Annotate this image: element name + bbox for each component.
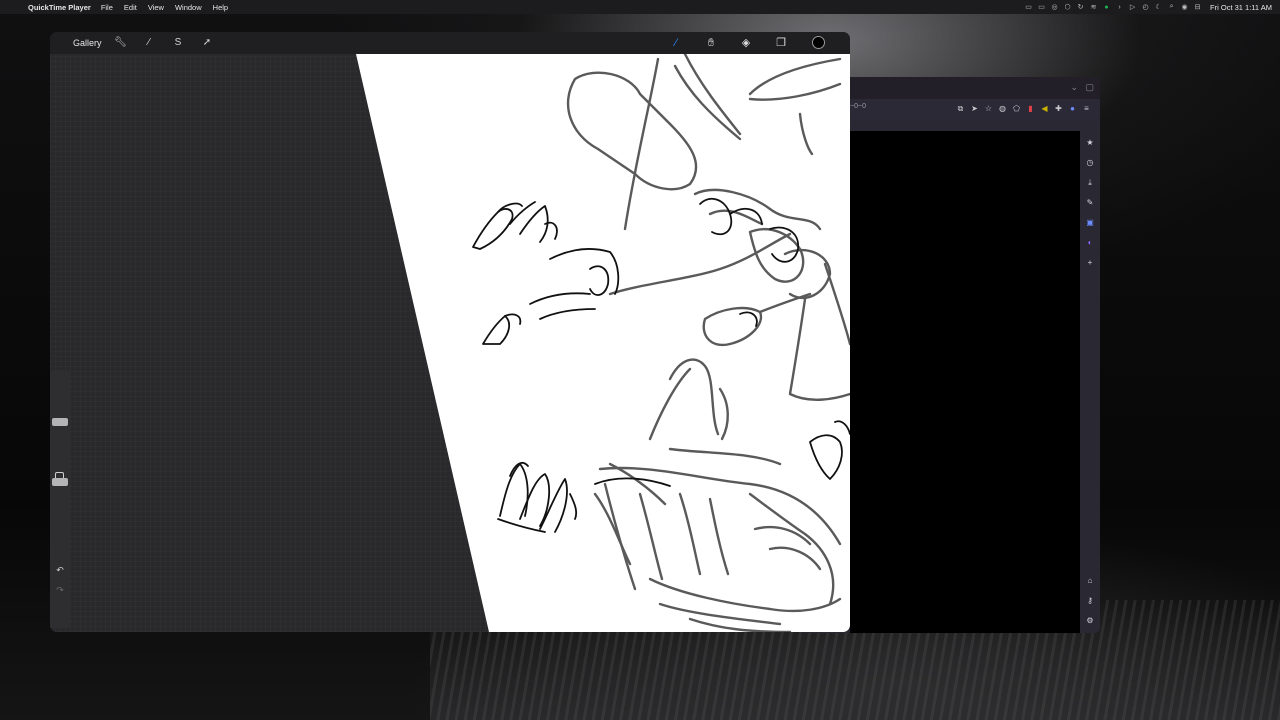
transform-arrow-icon[interactable]: ➚ <box>201 37 213 49</box>
settings-gear-icon[interactable]: ⚙ <box>1084 615 1096 627</box>
account-icon[interactable]: ◍ <box>997 103 1008 114</box>
extension-red-icon[interactable]: ▮ <box>1025 103 1036 114</box>
color-picker[interactable] <box>812 36 825 49</box>
menu-edit[interactable]: Edit <box>124 3 137 12</box>
chevron-down-icon[interactable]: ⌄ <box>1070 82 1078 93</box>
browser-tools: ⧉ ➤ ☆ ◍ ⬠ ▮ ◀ ✚ ● ≡ <box>952 103 1092 114</box>
puzzle-icon[interactable]: ✚ <box>1053 103 1064 114</box>
control-center-icon[interactable]: ⊟ <box>1193 3 1202 12</box>
menu-clock[interactable]: Fri Oct 31 1:11 AM <box>1210 3 1272 12</box>
app-icon[interactable]: ◐ <box>1084 237 1096 249</box>
menu-file[interactable]: File <box>101 3 113 12</box>
screen-record-icon[interactable]: ▭ <box>1024 3 1033 12</box>
adjustments-wand-icon[interactable]: ⁄ <box>143 37 155 49</box>
pen-icon[interactable]: ✎ <box>1084 197 1096 209</box>
extension-yellow-icon[interactable]: ◀ <box>1039 103 1050 114</box>
clock-icon[interactable]: ◴ <box>1141 3 1150 12</box>
browser-content[interactable] <box>850 131 1080 633</box>
procreate-toolbar: Gallery 🔧︎ ⁄ S ➚ ⁄ ✋︎ ◈ ❐ <box>50 32 850 54</box>
menu-window[interactable]: Window <box>175 3 202 12</box>
add-icon[interactable]: + <box>1084 257 1096 269</box>
screenshot-icon[interactable]: ⧉ <box>955 103 966 114</box>
star-icon[interactable]: ☆ <box>983 103 994 114</box>
status-area: ▭ ▭ ◎ ⬡ ↻ ≋ ● › ▷ ◴ ☾ ⌕ ◉ ⊟ Fri Oct 31 1… <box>1020 0 1272 14</box>
eraser-icon[interactable]: ◈ <box>739 36 753 50</box>
moon-icon[interactable]: ☾ <box>1154 3 1163 12</box>
drawing-workspace[interactable]: ↶ ↷ <box>50 54 850 632</box>
undo-icon[interactable]: ↶ <box>53 564 67 576</box>
layers-icon[interactable]: ❐ <box>774 36 788 50</box>
procreate-window[interactable]: Gallery 🔧︎ ⁄ S ➚ ⁄ ✋︎ ◈ ❐ ↶ ↷ <box>50 32 850 632</box>
brush-opacity-slider[interactable] <box>52 478 68 486</box>
display-icon[interactable]: ▭ <box>1037 3 1046 12</box>
audio-icon[interactable]: ≋ <box>1089 3 1098 12</box>
play-icon[interactable]: ▷ <box>1128 3 1137 12</box>
window-box-icon[interactable]: ▢ <box>1085 82 1094 93</box>
browser-sidebar: ★ ◷ ⤓ ✎ ▣ ◐ + ⌂ ⚷ ⚙ <box>1080 131 1100 633</box>
extension-icon[interactable]: ⬠ <box>1011 103 1022 114</box>
brush-sidebar: ↶ ↷ <box>50 370 70 628</box>
download-icon[interactable]: ⤓ <box>1084 177 1096 189</box>
sync-icon[interactable]: ↻ <box>1076 3 1085 12</box>
bookmark-star-icon[interactable]: ★ <box>1084 137 1096 149</box>
arrow-icon[interactable]: › <box>1115 3 1124 12</box>
spotify-icon[interactable]: ● <box>1102 3 1111 12</box>
app-name-menu[interactable]: QuickTime Player <box>28 3 91 12</box>
canvas-paper[interactable] <box>356 54 850 632</box>
gallery-button[interactable]: Gallery <box>73 38 102 48</box>
menu-icon[interactable]: ≡ <box>1081 103 1092 114</box>
user-icon[interactable]: ◉ <box>1180 3 1189 12</box>
home-icon[interactable]: ⌂ <box>1084 575 1096 587</box>
redo-icon[interactable]: ↷ <box>53 584 67 596</box>
brush-size-slider[interactable] <box>52 418 68 426</box>
menu-view[interactable]: View <box>148 3 164 12</box>
translate-icon[interactable]: ▣ <box>1084 217 1096 229</box>
profile-icon[interactable]: ● <box>1067 103 1078 114</box>
shield-icon[interactable]: ⬡ <box>1063 3 1072 12</box>
selection-icon[interactable]: S <box>172 37 184 49</box>
send-icon[interactable]: ➤ <box>969 103 980 114</box>
address-bar[interactable]: ~0~0 <box>850 103 866 110</box>
history-icon[interactable]: ◷ <box>1084 157 1096 169</box>
menu-help[interactable]: Help <box>213 3 228 12</box>
key-icon[interactable]: ⚷ <box>1084 595 1096 607</box>
globe-icon[interactable]: ◎ <box>1050 3 1059 12</box>
actions-wrench-icon[interactable]: 🔧︎ <box>114 37 127 49</box>
menu-bar: QuickTime Player File Edit View Window H… <box>0 0 1280 14</box>
smudge-icon[interactable]: ✋︎ <box>704 36 718 50</box>
search-icon[interactable]: ⌕ <box>1167 3 1176 12</box>
brush-icon[interactable]: ⁄ <box>669 36 683 50</box>
sketch-canvas[interactable] <box>50 54 850 632</box>
